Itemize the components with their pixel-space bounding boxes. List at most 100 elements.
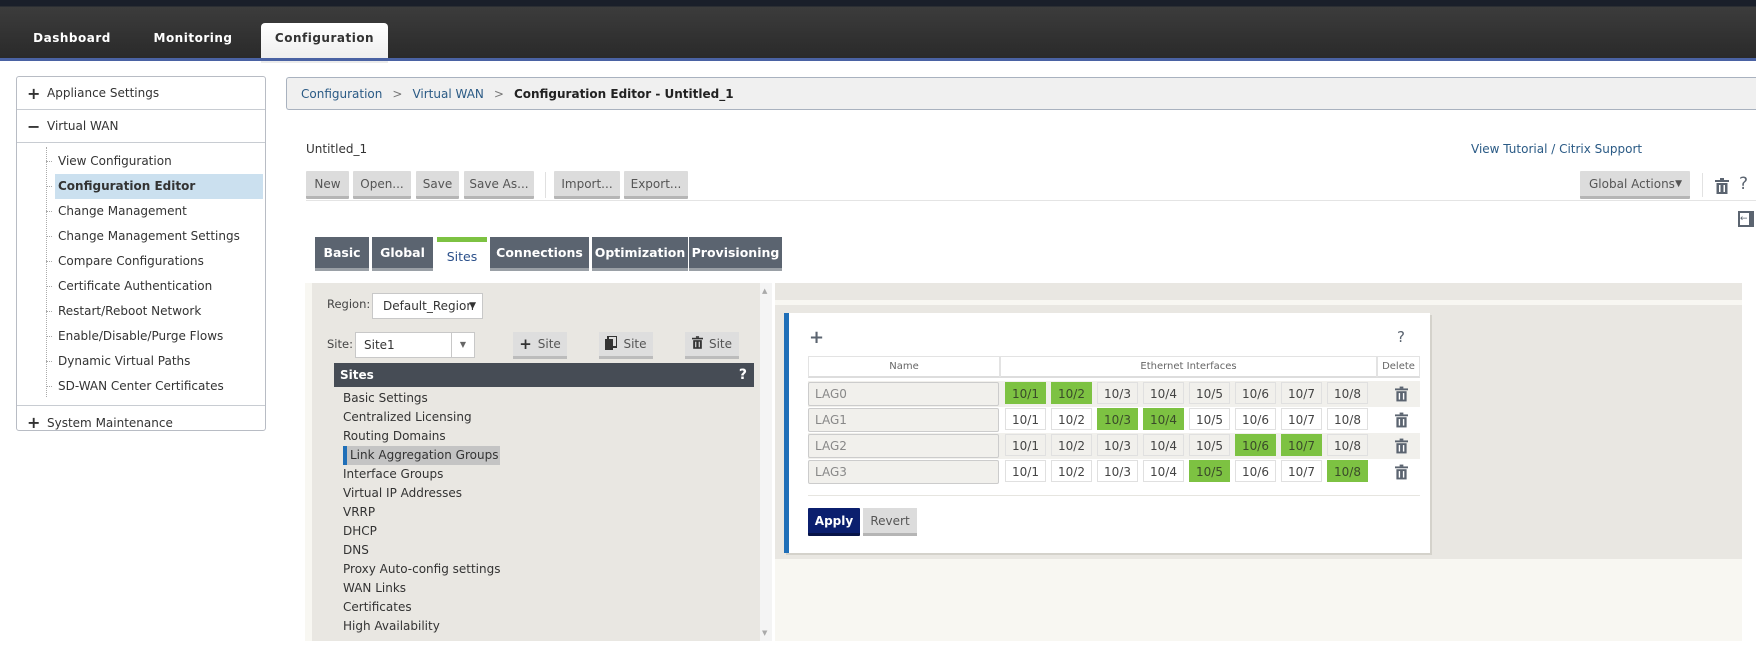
nav-tab-configuration[interactable]: Configuration — [261, 23, 388, 63]
delete-lag-icon[interactable] — [1395, 412, 1408, 428]
site-nav-dns[interactable]: DNS — [343, 541, 369, 560]
sidebar-item-change-management-settings[interactable]: Change Management Settings — [46, 224, 263, 249]
interface-toggle-10-3[interactable]: 10/3 — [1097, 382, 1138, 404]
site-nav-certificates[interactable]: Certificates — [343, 598, 412, 617]
help-icon[interactable]: ? — [1397, 328, 1405, 346]
sidebar-item-certificate-authentication[interactable]: Certificate Authentication — [46, 274, 263, 299]
site-nav-vrrp[interactable]: VRRP — [343, 503, 375, 522]
sidebar-item-enable-disable-purge-flows[interactable]: Enable/Disable/Purge Flows — [46, 324, 263, 349]
sidebar-section-virtual-wan[interactable]: − Virtual WAN — [17, 110, 265, 143]
interface-toggle-10-8[interactable]: 10/8 — [1327, 460, 1368, 482]
export-button[interactable]: Export... — [624, 171, 688, 199]
breadcrumb-configuration[interactable]: Configuration — [301, 87, 382, 101]
region-select[interactable]: Default_Region ▼ — [372, 293, 483, 319]
tab-sites[interactable]: Sites — [437, 237, 487, 271]
apply-button[interactable]: Apply — [808, 508, 860, 536]
delete-site-button[interactable]: Site — [685, 332, 739, 359]
interface-toggle-10-4[interactable]: 10/4 — [1143, 434, 1184, 456]
clone-site-button[interactable]: Site — [599, 332, 653, 359]
scroll-down-icon[interactable]: ▼ — [762, 629, 767, 637]
breadcrumb-virtual-wan[interactable]: Virtual WAN — [412, 87, 483, 101]
delete-lag-icon[interactable] — [1395, 438, 1408, 454]
interface-toggle-10-2[interactable]: 10/2 — [1051, 434, 1092, 456]
lag-name-input[interactable]: LAG0 — [808, 382, 999, 406]
sidebar-item-compare-configurations[interactable]: Compare Configurations — [46, 249, 263, 274]
tab-connections[interactable]: Connections — [490, 237, 589, 271]
sidebar-item-view-configuration[interactable]: View Configuration — [46, 149, 263, 174]
delete-lag-icon[interactable] — [1395, 386, 1408, 402]
sidebar-section-appliance-settings[interactable]: + Appliance Settings — [17, 77, 265, 110]
open-button[interactable]: Open... — [353, 171, 411, 199]
site-nav-proxy-auto-config[interactable]: Proxy Auto-config settings — [343, 560, 501, 579]
lag-name-input[interactable]: LAG2 — [808, 434, 999, 458]
site-nav-centralized-licensing[interactable]: Centralized Licensing — [343, 408, 472, 427]
interface-toggle-10-1[interactable]: 10/1 — [1005, 382, 1046, 404]
interface-toggle-10-7[interactable]: 10/7 — [1281, 382, 1322, 404]
interface-toggle-10-7[interactable]: 10/7 — [1281, 434, 1322, 456]
site-nav-interface-groups[interactable]: Interface Groups — [343, 465, 443, 484]
help-icon[interactable]: ? — [739, 363, 747, 387]
site-nav-link-aggregation-groups[interactable]: Link Aggregation Groups — [343, 446, 501, 465]
add-site-button[interactable]: + Site — [513, 332, 567, 359]
interface-toggle-10-5[interactable]: 10/5 — [1189, 382, 1230, 404]
interface-toggle-10-2[interactable]: 10/2 — [1051, 382, 1092, 404]
interface-toggle-10-7[interactable]: 10/7 — [1281, 460, 1322, 482]
site-nav-high-availability[interactable]: High Availability — [343, 617, 440, 636]
interface-toggle-10-8[interactable]: 10/8 — [1327, 434, 1368, 456]
interface-toggle-10-8[interactable]: 10/8 — [1327, 382, 1368, 404]
delete-config-icon[interactable] — [1715, 178, 1729, 197]
sidebar-item-restart-reboot-network[interactable]: Restart/Reboot Network — [46, 299, 263, 324]
sidebar-item-sd-wan-center-certificates[interactable]: SD-WAN Center Certificates — [46, 374, 263, 399]
sidebar-section-system-maintenance[interactable]: + System Maintenance — [17, 406, 265, 439]
lag-name-input[interactable]: LAG3 — [808, 460, 999, 484]
site-nav-basic-settings[interactable]: Basic Settings — [343, 389, 428, 408]
interface-toggle-10-1[interactable]: 10/1 — [1005, 408, 1046, 430]
nav-tab-dashboard[interactable]: Dashboard — [28, 23, 116, 59]
interface-toggle-10-5[interactable]: 10/5 — [1189, 460, 1230, 482]
tab-global[interactable]: Global — [372, 237, 433, 271]
site-nav-virtual-ip-addresses[interactable]: Virtual IP Addresses — [343, 484, 462, 503]
collapse-panel-icon[interactable]: ← — [1738, 211, 1754, 227]
caret-down-icon[interactable]: ▼ — [451, 333, 474, 357]
tab-optimization[interactable]: Optimization — [592, 237, 688, 271]
interface-toggle-10-4[interactable]: 10/4 — [1143, 382, 1184, 404]
interface-toggle-10-1[interactable]: 10/1 — [1005, 460, 1046, 482]
import-button[interactable]: Import... — [554, 171, 620, 199]
interface-toggle-10-5[interactable]: 10/5 — [1189, 434, 1230, 456]
interface-toggle-10-5[interactable]: 10/5 — [1189, 408, 1230, 430]
scroll-up-icon[interactable]: ▲ — [762, 287, 767, 295]
interface-toggle-10-2[interactable]: 10/2 — [1051, 460, 1092, 482]
interface-toggle-10-6[interactable]: 10/6 — [1235, 434, 1276, 456]
site-nav-dhcp[interactable]: DHCP — [343, 522, 377, 541]
nav-tab-monitoring[interactable]: Monitoring — [147, 23, 239, 59]
sidebar-item-dynamic-virtual-paths[interactable]: Dynamic Virtual Paths — [46, 349, 263, 374]
interface-toggle-10-6[interactable]: 10/6 — [1235, 382, 1276, 404]
view-tutorial-link[interactable]: View Tutorial / Citrix Support — [1471, 142, 1642, 156]
save-button[interactable]: Save — [416, 171, 459, 199]
sidebar-item-change-management[interactable]: Change Management — [46, 199, 263, 224]
interface-toggle-10-3[interactable]: 10/3 — [1097, 434, 1138, 456]
lag-name-input[interactable]: LAG1 — [808, 408, 999, 432]
tab-provisioning[interactable]: Provisioning — [689, 237, 782, 271]
revert-button[interactable]: Revert — [863, 508, 917, 536]
site-nav-routing-domains[interactable]: Routing Domains — [343, 427, 446, 446]
interface-toggle-10-7[interactable]: 10/7 — [1281, 408, 1322, 430]
add-lag-icon[interactable]: + — [809, 327, 824, 348]
delete-lag-icon[interactable] — [1395, 464, 1408, 480]
sidebar-item-configuration-editor[interactable]: Configuration Editor — [46, 174, 263, 199]
save-as-button[interactable]: Save As... — [464, 171, 534, 199]
interface-toggle-10-4[interactable]: 10/4 — [1143, 408, 1184, 430]
interface-toggle-10-2[interactable]: 10/2 — [1051, 408, 1092, 430]
site-combobox[interactable]: Site1 ▼ — [355, 332, 475, 358]
interface-toggle-10-1[interactable]: 10/1 — [1005, 434, 1046, 456]
interface-toggle-10-8[interactable]: 10/8 — [1327, 408, 1368, 430]
sites-panel-scrollbar[interactable]: ▲ ▼ — [760, 283, 772, 641]
new-button[interactable]: New — [306, 171, 349, 199]
global-actions-dropdown[interactable]: Global Actions ▼ — [1580, 171, 1690, 199]
site-nav-wan-links[interactable]: WAN Links — [343, 579, 406, 598]
interface-toggle-10-3[interactable]: 10/3 — [1097, 408, 1138, 430]
interface-toggle-10-6[interactable]: 10/6 — [1235, 408, 1276, 430]
tab-basic[interactable]: Basic — [315, 237, 369, 271]
help-icon[interactable]: ? — [1739, 174, 1748, 194]
interface-toggle-10-6[interactable]: 10/6 — [1235, 460, 1276, 482]
